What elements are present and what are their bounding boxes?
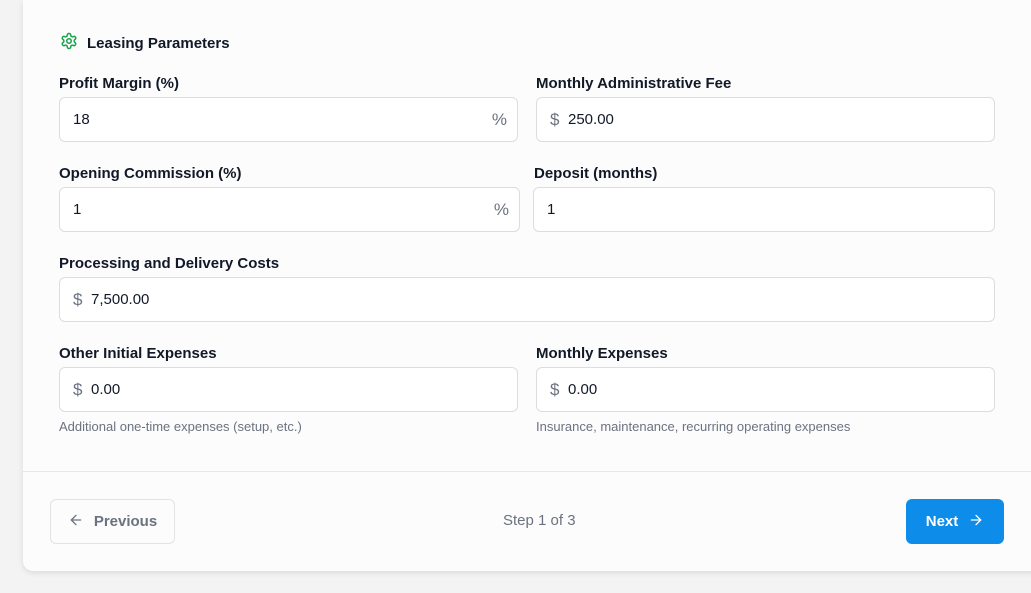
percent-suffix: % xyxy=(491,109,507,129)
gear-icon xyxy=(60,32,78,54)
other-initial-hint: Additional one-time expenses (setup, etc… xyxy=(59,419,302,434)
monthly-admin-fee-input[interactable]: $ 250.00 xyxy=(536,97,995,142)
arrow-right-icon xyxy=(968,512,984,532)
arrow-left-icon xyxy=(68,512,84,532)
percent-suffix: % xyxy=(493,199,509,219)
next-button[interactable]: Next xyxy=(906,499,1004,544)
deposit-months-input[interactable]: 1 xyxy=(533,187,995,232)
other-initial-input[interactable]: $ 0.00 xyxy=(59,367,518,412)
deposit-months-value: 1 xyxy=(547,201,556,218)
opening-commission-label: Opening Commission (%) xyxy=(59,165,242,182)
dollar-prefix: $ xyxy=(550,109,560,129)
monthly-expenses-hint: Insurance, maintenance, recurring operat… xyxy=(536,419,851,434)
deposit-months-label: Deposit (months) xyxy=(534,165,658,182)
monthly-expenses-value: 0.00 xyxy=(568,381,598,398)
monthly-admin-fee-label: Monthly Administrative Fee xyxy=(536,75,732,92)
section-title: Leasing Parameters xyxy=(87,34,230,52)
opening-commission-input[interactable]: 1 % xyxy=(59,187,520,232)
previous-button[interactable]: Previous xyxy=(50,499,175,544)
processing-delivery-label: Processing and Delivery Costs xyxy=(59,255,280,272)
footer-divider xyxy=(23,471,1031,472)
dollar-prefix: $ xyxy=(550,379,560,399)
previous-button-label: Previous xyxy=(93,513,158,530)
profit-margin-input[interactable]: 18 % xyxy=(59,97,518,142)
monthly-admin-fee-value: 250.00 xyxy=(568,111,614,128)
opening-commission-value: 1 xyxy=(73,201,82,218)
profit-margin-label: Profit Margin (%) xyxy=(59,75,179,92)
dollar-prefix: $ xyxy=(73,379,83,399)
other-initial-label: Other Initial Expenses xyxy=(59,345,217,362)
next-button-label: Next xyxy=(925,513,959,530)
other-initial-value: 0.00 xyxy=(91,381,121,398)
leasing-form-card: Leasing Parameters Profit Margin (%) 18 … xyxy=(23,0,1031,571)
profit-margin-value: 18 xyxy=(73,111,90,128)
step-indicator: Step 1 of 3 xyxy=(503,512,576,529)
monthly-expenses-label: Monthly Expenses xyxy=(536,345,668,362)
processing-delivery-input[interactable]: $ 7,500.00 xyxy=(59,277,995,322)
processing-delivery-value: 7,500.00 xyxy=(91,291,150,308)
monthly-expenses-input[interactable]: $ 0.00 xyxy=(536,367,995,412)
dollar-prefix: $ xyxy=(73,289,83,309)
section-header: Leasing Parameters xyxy=(60,32,230,54)
